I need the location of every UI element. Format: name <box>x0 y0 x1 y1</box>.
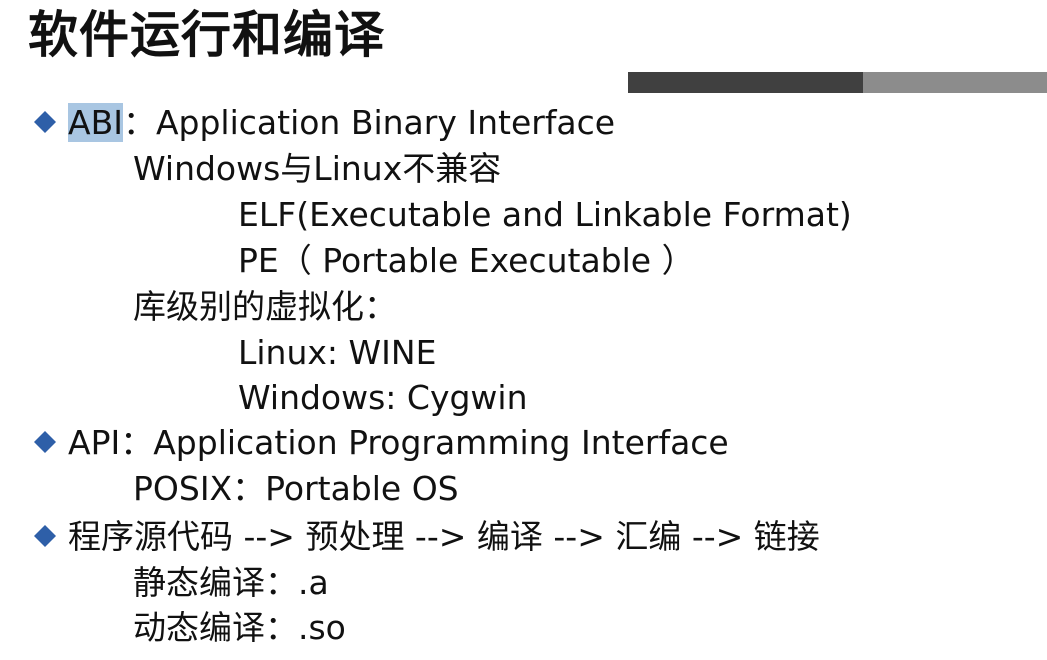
abi-sub-1-2: PE（ Portable Executable ） <box>238 241 695 280</box>
item-api: API：Application Programming Interface <box>68 421 729 465</box>
title-bar-dark <box>628 72 863 93</box>
api-key: API <box>68 423 121 462</box>
item-abi: ABI：Application Binary Interface <box>68 101 615 145</box>
title-bar-light <box>863 72 1047 93</box>
abi-sub-1-1: ELF(Executable and Linkable Format) <box>238 195 852 234</box>
api-desc: ：Application Programming Interface <box>120 423 729 462</box>
api-sub-1: POSIX：Portable OS <box>133 469 459 508</box>
slide-title: 软件运行和编译 <box>28 6 385 64</box>
compile-sub-static: 静态编译：.a <box>133 563 329 602</box>
bullet-diamond-icon <box>34 431 56 453</box>
abi-sub-1: Windows与Linux不兼容 <box>133 149 502 188</box>
abi-desc: ：Application Binary Interface <box>122 103 616 142</box>
bullet-diamond-icon <box>34 525 56 547</box>
abi-sub-2: 库级别的虚拟化： <box>133 287 397 326</box>
item-compile-pipeline: 程序源代码 --> 预处理 --> 编译 --> 汇编 --> 链接 <box>68 517 820 556</box>
abi-key: ABI <box>68 103 123 142</box>
bullet-diamond-icon <box>34 111 56 133</box>
abi-sub-2-1: Linux: WINE <box>238 333 437 372</box>
compile-sub-dynamic: 动态编译：.so <box>133 608 346 647</box>
abi-sub-2-2: Windows: Cygwin <box>238 378 528 417</box>
